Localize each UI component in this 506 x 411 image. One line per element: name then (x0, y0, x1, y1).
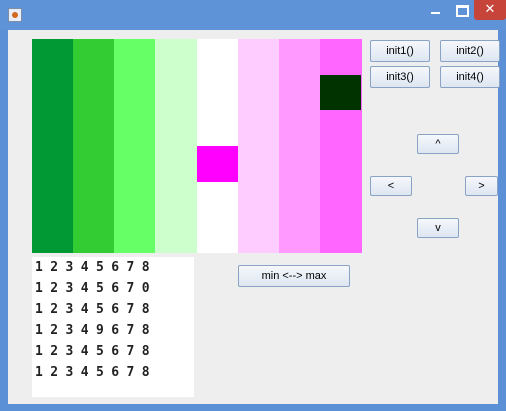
number-row: 1 2 3 4 5 6 7 0 (35, 281, 150, 296)
init4-button[interactable]: init4() (440, 66, 500, 88)
number-row: 1 2 3 4 5 6 7 8 (35, 344, 150, 359)
title-bar (0, 0, 506, 30)
content-panel: init1() init2() init3() init4() ^ < > v … (8, 30, 500, 404)
number-row: 1 2 3 4 5 6 7 8 (35, 260, 150, 275)
java-app-icon (8, 8, 22, 22)
grid-column (155, 39, 197, 253)
maximize-icon[interactable] (448, 0, 474, 20)
number-row: 1 2 3 4 5 6 7 8 (35, 302, 150, 317)
grid-column (319, 39, 362, 253)
number-row: 1 2 3 4 9 6 7 8 (35, 323, 150, 338)
grid-column (237, 39, 280, 253)
up-button[interactable]: ^ (417, 134, 459, 154)
down-button[interactable]: v (417, 218, 459, 238)
init1-button[interactable]: init1() (370, 40, 430, 62)
number-matrix: 1 2 3 4 5 6 7 8 1 2 3 4 5 6 7 0 1 2 3 4 5 … (32, 257, 194, 397)
grid-column (114, 39, 156, 253)
close-icon[interactable] (474, 0, 506, 20)
init2-button[interactable]: init2() (440, 40, 500, 62)
grid-cell-highlight (319, 74, 361, 111)
minmax-button[interactable]: min <--> max (238, 265, 350, 287)
number-row: 1 2 3 4 5 6 7 8 (35, 365, 150, 380)
init3-button[interactable]: init3() (370, 66, 430, 88)
grid-column (73, 39, 115, 253)
grid-cell-highlight (196, 146, 238, 182)
minimize-icon[interactable] (422, 0, 448, 20)
color-grid[interactable] (32, 39, 362, 253)
grid-column (32, 39, 74, 253)
app-window: init1() init2() init3() init4() ^ < > v … (0, 0, 506, 411)
right-button[interactable]: > (465, 176, 498, 196)
left-button[interactable]: < (370, 176, 412, 196)
grid-column (278, 39, 321, 253)
